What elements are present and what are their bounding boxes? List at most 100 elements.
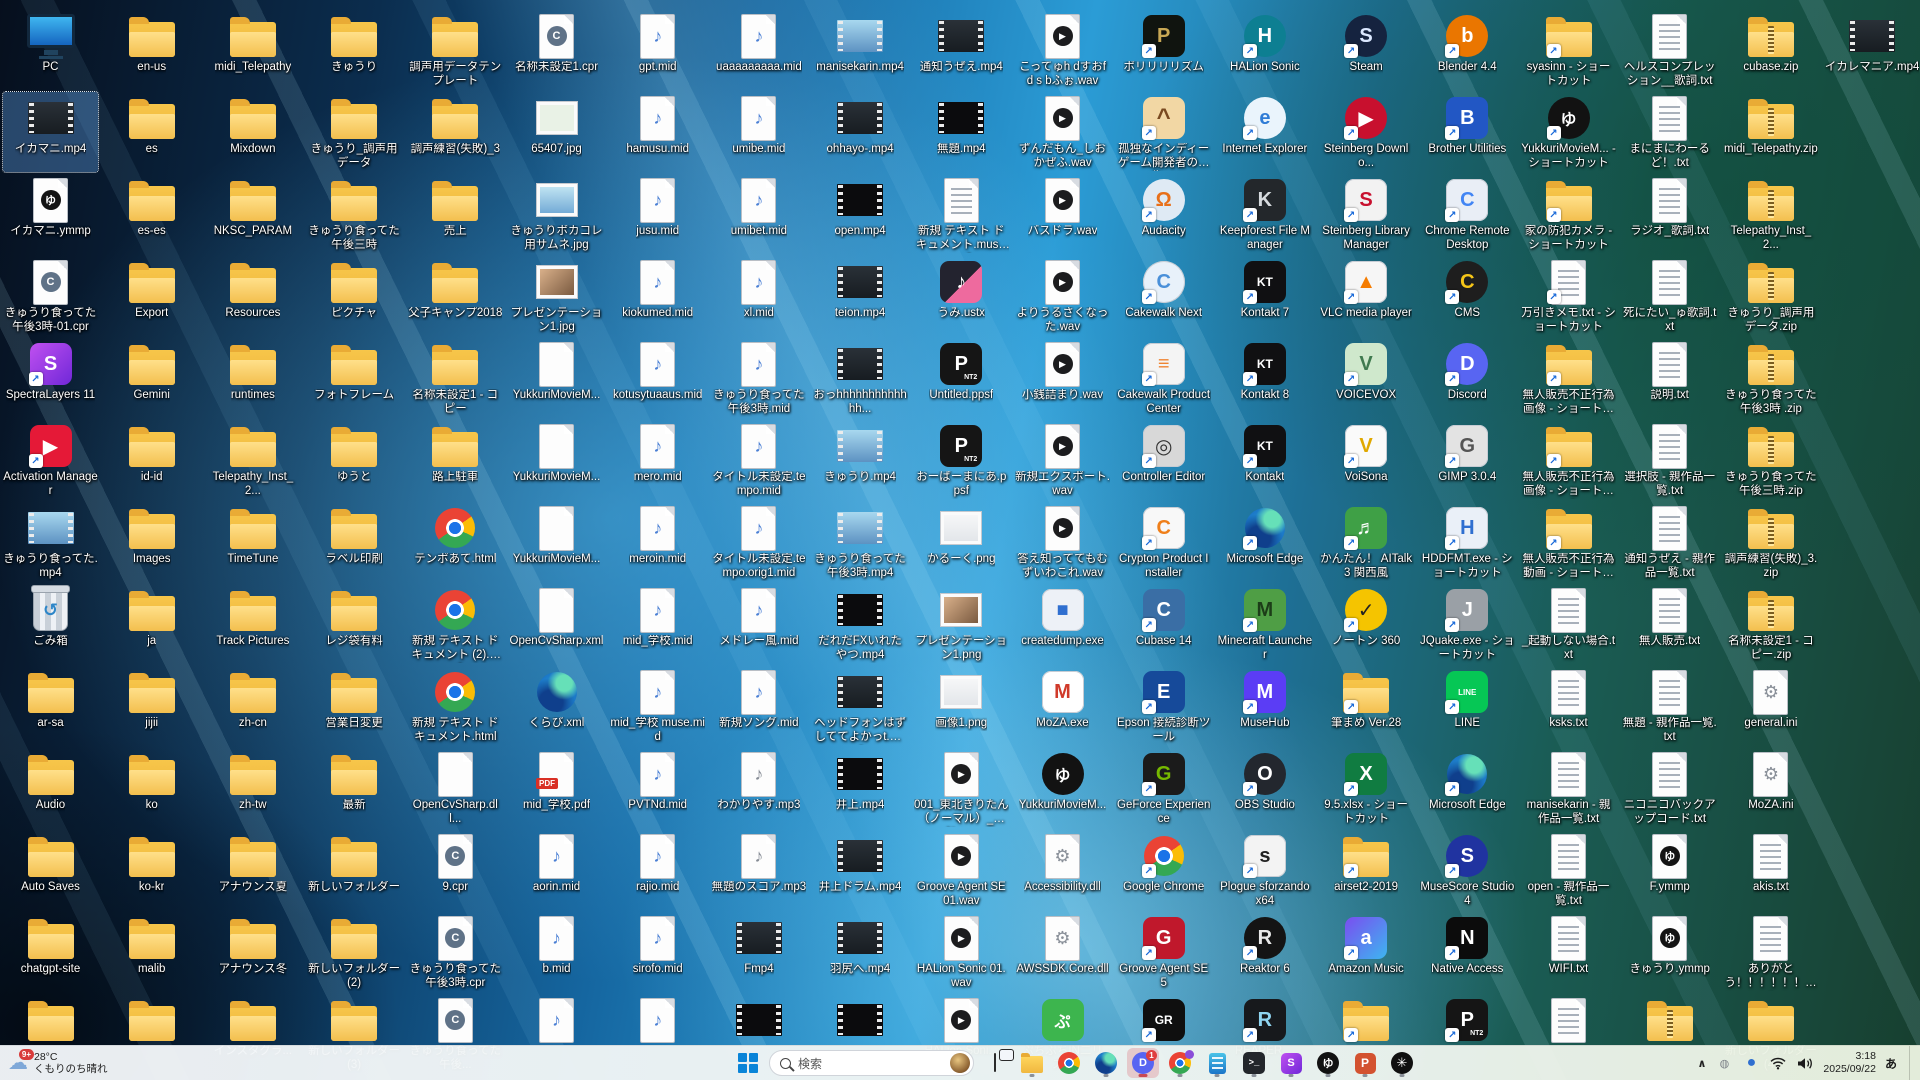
desktop-icon[interactable]: アナウンス夏 [205, 830, 300, 910]
taskbar-app-terminal[interactable]: >_ [1238, 1048, 1270, 1078]
desktop-icon[interactable]: レジ袋有料 [307, 584, 402, 664]
taskbar-app-chrome-profile[interactable] [1164, 1048, 1196, 1078]
desktop-icon[interactable]: ♪mid_学校.mid [610, 584, 705, 664]
desktop-icon[interactable]: ♪meroin.mid [610, 502, 705, 582]
desktop-icon[interactable]: N↗Native Access [1420, 912, 1515, 992]
desktop-icon[interactable]: 調声練習(失敗)_3 [408, 92, 503, 172]
desktop-icon[interactable]: zh-tw [205, 748, 300, 828]
desktop-icon[interactable]: ♪kiokumed.mid [610, 256, 705, 336]
desktop-icon[interactable]: ksks.txt [1521, 666, 1616, 746]
desktop-icon[interactable]: Ω↗Audacity [1116, 174, 1211, 254]
desktop-icon[interactable]: O↗OBS Studio [1217, 748, 1312, 828]
desktop-icon[interactable]: chatgpt-site [3, 912, 98, 992]
desktop-icon[interactable]: ♪タイトル未設定.tempo.orig1.mid [711, 502, 806, 582]
desktop-icon[interactable]: きゅうり食ってた.mp4 [3, 502, 98, 582]
desktop-icon[interactable]: Mixdown [205, 92, 300, 172]
desktop-icon[interactable]: 新しいフォルダー [307, 830, 402, 910]
desktop-icon[interactable]: B↗Brother Utilities [1420, 92, 1515, 172]
desktop-icon[interactable]: イカマニ.mp4 [3, 92, 98, 172]
clock[interactable]: 3:18 2025/09/22 [1823, 1050, 1876, 1075]
desktop-icon[interactable]: E↗Epson 接続診断ツール [1116, 666, 1211, 746]
desktop-icon[interactable]: K↗Keepforest File Manager [1217, 174, 1312, 254]
desktop-icon[interactable]: 井上.mp4 [813, 748, 908, 828]
desktop-icon[interactable]: ↗無人販売不正行為画像 - ショートカット [1521, 420, 1616, 500]
desktop-icon[interactable]: ≡↗Cakewalk Product Center [1116, 338, 1211, 418]
desktop-icon[interactable]: ko [104, 748, 199, 828]
taskbar-app-task-view[interactable] [979, 1048, 1011, 1078]
taskbar-app-google-chrome[interactable] [1053, 1048, 1085, 1078]
desktop-icon[interactable]: 父子キャンプ2018 [408, 256, 503, 336]
taskbar-app-discord[interactable]: D1 [1127, 1048, 1159, 1078]
tray-app-1-icon[interactable]: ◍ [1715, 1052, 1733, 1074]
desktop-icon[interactable]: まにまにわーるど！.txt [1622, 92, 1717, 172]
desktop-icon[interactable]: WIFI.txt [1521, 912, 1616, 992]
desktop-icon[interactable]: C↗CMS [1420, 256, 1515, 336]
desktop-icon[interactable]: ラベル印刷 [307, 502, 402, 582]
desktop-icon[interactable]: TimeTune [205, 502, 300, 582]
desktop-icon[interactable]: ▶↗Activation Manager [3, 420, 98, 500]
desktop-icon[interactable]: イカレマニア.mp4 [1825, 10, 1920, 90]
desktop-icon[interactable]: cubase.zip [1723, 10, 1818, 90]
desktop-icon[interactable]: D↗Discord [1420, 338, 1515, 418]
desktop-icon[interactable]: ar-sa [3, 666, 98, 746]
desktop-icon[interactable]: Export [104, 256, 199, 336]
desktop-icon[interactable]: PDFmid_学校.pdf [509, 748, 604, 828]
desktop-icon[interactable]: 最新 [307, 748, 402, 828]
desktop-icon[interactable]: ♪kotusytuaaus.mid [610, 338, 705, 418]
desktop-icon[interactable]: M↗Minecraft Launcher [1217, 584, 1312, 664]
desktop-icon[interactable]: 選択肢 - 親作品一覧.txt [1622, 420, 1717, 500]
desktop-icon[interactable]: 無題 - 親作品一覧.txt [1622, 666, 1717, 746]
desktop-icon[interactable]: ⚙general.ini [1723, 666, 1818, 746]
desktop-icon[interactable]: runtimes [205, 338, 300, 418]
desktop-icon[interactable]: malib [104, 912, 199, 992]
desktop-icon[interactable]: C↗Chrome Remote Desktop [1420, 174, 1515, 254]
desktop-icon[interactable]: ♪b.mid [509, 912, 604, 992]
taskbar-app-file-explorer[interactable] [1016, 1048, 1048, 1078]
taskbar-app-powerpoint[interactable]: P [1349, 1048, 1381, 1078]
desktop-icon[interactable]: きゅうり食ってた午後三時.zip [1723, 420, 1818, 500]
desktop-icon[interactable]: es [104, 92, 199, 172]
desktop-icon[interactable]: Resources [205, 256, 300, 336]
desktop-icon[interactable]: ohhayo-.mp4 [813, 92, 908, 172]
desktop-icon[interactable]: ゆきゅうり.ymmp [1622, 912, 1717, 992]
desktop-icon[interactable]: 画像1.png [914, 666, 1009, 746]
desktop-icon[interactable]: ↗筆まめ Ver.28 [1319, 666, 1414, 746]
desktop-icon[interactable]: 新規 テキスト ドキュメント.html [408, 666, 503, 746]
ime-indicator[interactable]: あ [1885, 1055, 1897, 1072]
desktop-icon[interactable]: ♪xl.mid [711, 256, 806, 336]
desktop-icon[interactable]: ♪gpt.mid [610, 10, 705, 90]
desktop-icon[interactable]: ♬↗かんたん！ AITalk 3 関西風 [1319, 502, 1414, 582]
desktop-icon[interactable]: ▶HALion Sonic 01.wav [914, 912, 1009, 992]
desktop-icon[interactable]: teion.mp4 [813, 256, 908, 336]
desktop-icon[interactable]: きゅうり食ってた午後三時 [307, 174, 402, 254]
desktop-icon[interactable]: ▶こってゅh dすおf d s bふぉ.wav [1015, 10, 1110, 90]
desktop-icon[interactable]: Audio [3, 748, 98, 828]
desktop-icon[interactable]: M↗MuseHub [1217, 666, 1312, 746]
desktop-icon[interactable]: 無題.mp4 [914, 92, 1009, 172]
desktop-icon[interactable]: だれだFXいれたやつ.mp4 [813, 584, 908, 664]
desktop-icon[interactable]: ♪新規ソング.mid [711, 666, 806, 746]
desktop-icon[interactable]: ♪PVTNd.mid [610, 748, 705, 828]
desktop-icon[interactable]: ♪わかりやす.mp3 [711, 748, 806, 828]
desktop-icon[interactable]: C9.cpr [408, 830, 503, 910]
desktop-icon[interactable]: ♪jusu.mid [610, 174, 705, 254]
desktop-icon[interactable]: 調声練習(失敗)_3.zip [1723, 502, 1818, 582]
desktop-icon[interactable]: ♪mid_学校 muse.mid [610, 666, 705, 746]
desktop-icon[interactable]: ▶↗Steinberg Downlo... [1319, 92, 1414, 172]
desktop-icon[interactable]: ko-kr [104, 830, 199, 910]
desktop-icon[interactable]: G↗GIMP 3.0.4 [1420, 420, 1515, 500]
desktop-icon[interactable]: ▶ずんだもん_しおかぜふ.wav [1015, 92, 1110, 172]
desktop-icon[interactable]: ゆYukkuriMovieM... [1015, 748, 1110, 828]
desktop-icon[interactable]: Cきゅうり食ってた午後3時-01.cpr [3, 256, 98, 336]
desktop-icon[interactable]: ♪hamusu.mid [610, 92, 705, 172]
desktop-icon[interactable]: かるーく.png [914, 502, 1009, 582]
desktop-icon[interactable]: Telepathy_Inst_2... [1723, 174, 1818, 254]
desktop-icon[interactable]: manisekarin - 親作品一覧.txt [1521, 748, 1616, 828]
desktop-icon[interactable]: ^↗孤独なインディーゲーム開発者の一生 ... [1116, 92, 1211, 172]
wifi-icon[interactable] [1769, 1052, 1787, 1074]
desktop-icon[interactable]: Auto Saves [3, 830, 98, 910]
desktop-icon[interactable]: YukkuriMovieM... [509, 502, 604, 582]
desktop-icon[interactable]: OpenCvSharp.dll... [408, 748, 503, 828]
volume-icon[interactable] [1796, 1052, 1814, 1074]
desktop-icon[interactable]: 65407.jpg [509, 92, 604, 172]
